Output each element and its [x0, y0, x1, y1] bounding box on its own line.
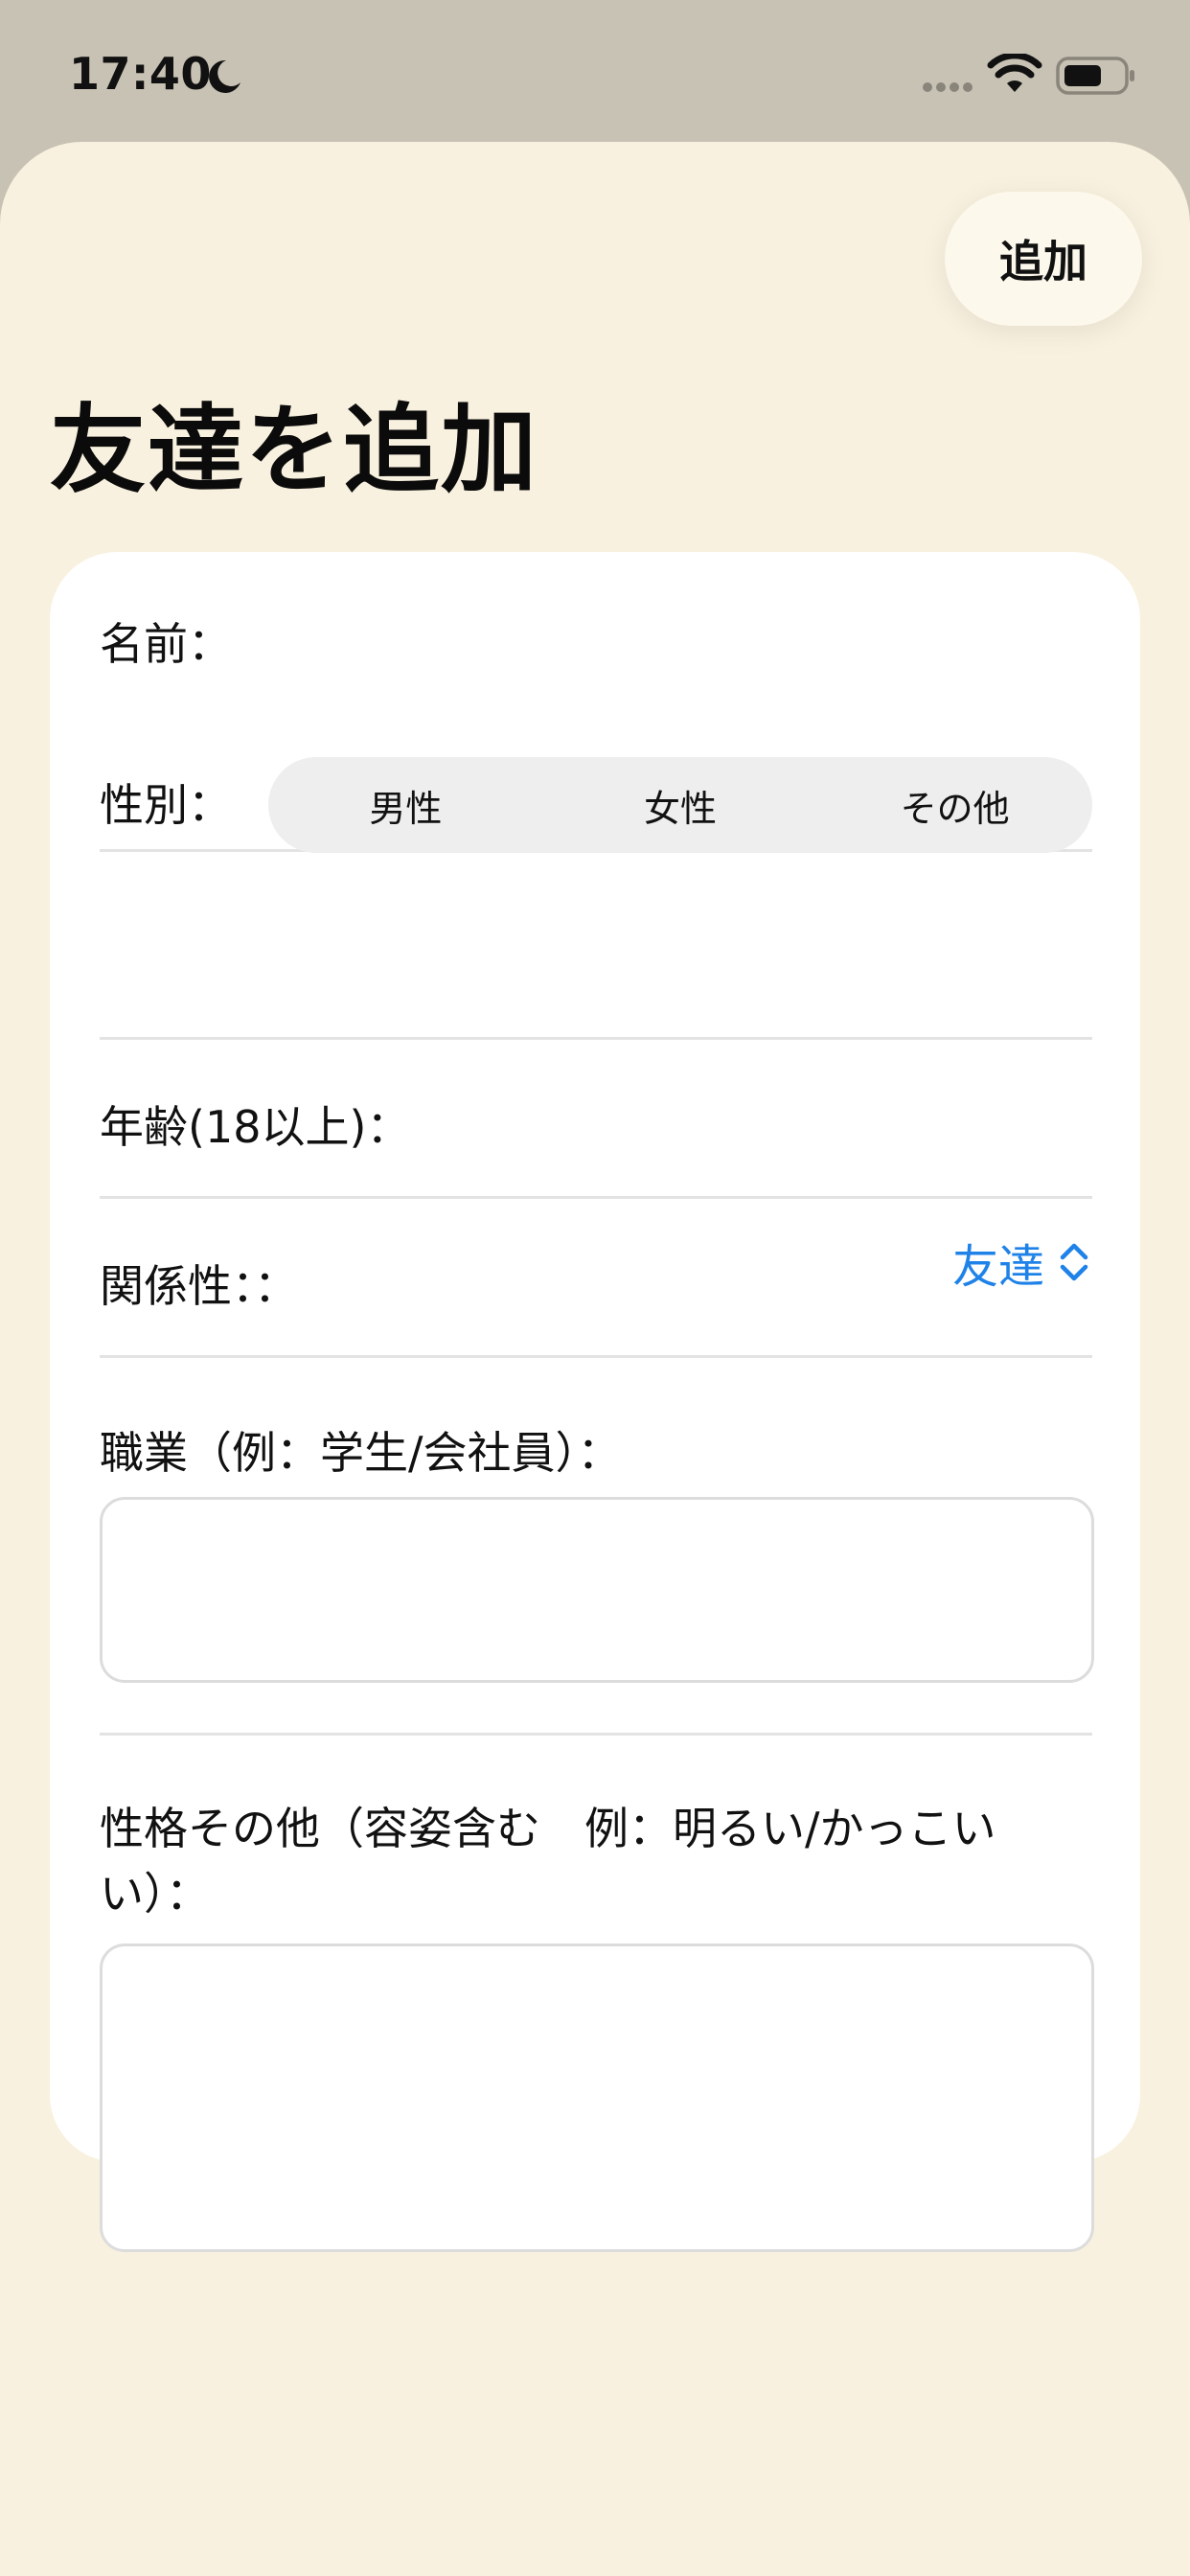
age-label: 年齢(18以上)： [100, 1101, 411, 1153]
occupation-label: 職業（例：学生/会社員）： [100, 1427, 622, 1479]
divider [100, 1196, 1092, 1199]
divider [100, 1355, 1092, 1358]
gender-option-other[interactable]: その他 [817, 757, 1092, 853]
divider [100, 1733, 1092, 1736]
personality-input[interactable] [100, 1944, 1094, 2252]
screen: 17:40 追加 友達を追加 名前： 性別： 男性 女性 その他 年齢(18以上… [0, 0, 1190, 2576]
name-label: 名前： [100, 618, 232, 670]
battery-icon [1056, 57, 1134, 95]
wifi-icon [987, 54, 1042, 92]
name-input[interactable] [241, 590, 1092, 686]
personality-label: 性格その他（容姿含む 例：明るい/かっこいい）： [100, 1803, 996, 1920]
gender-label: 性別： [100, 779, 232, 831]
divider [100, 1037, 1092, 1040]
relationship-value: 友達 [951, 1240, 1044, 1294]
moon-icon [209, 59, 240, 93]
form-card: 名前： 性別： 男性 女性 その他 年齢(18以上)： 関係性：： 友達 職業（… [50, 552, 1140, 2252]
gender-option-male[interactable]: 男性 [268, 757, 543, 853]
page-title: 友達を追加 [50, 394, 538, 506]
relationship-picker[interactable]: 友達 [952, 1229, 1090, 1296]
gender-segmented-control: 男性 女性 その他 [268, 757, 1092, 853]
cellular-signal-icon [923, 82, 973, 92]
gender-option-female[interactable]: 女性 [543, 757, 818, 853]
chevron-up-down-icon [1060, 1243, 1088, 1281]
status-time: 17:40 [69, 48, 212, 100]
add-friend-sheet: 追加 友達を追加 名前： 性別： 男性 女性 その他 年齢(18以上)： 関係性… [0, 142, 1190, 2576]
relationship-label: 関係性：： [100, 1260, 298, 1312]
occupation-input[interactable] [100, 1497, 1094, 1683]
age-input[interactable] [452, 1070, 1092, 1165]
add-button[interactable]: 追加 [945, 192, 1142, 326]
